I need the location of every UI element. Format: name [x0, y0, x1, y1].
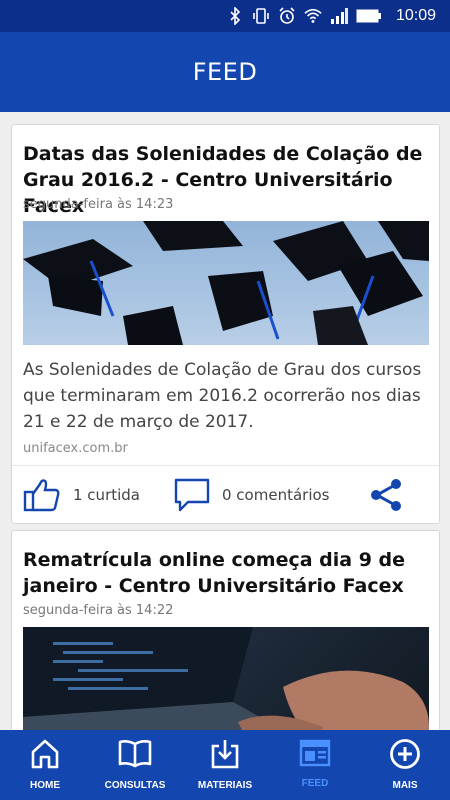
post-title[interactable]: Rematrícula online começa dia 9 de janei…	[23, 547, 423, 599]
comments-count: 0 comentários	[222, 486, 330, 504]
status-bar: 10:09	[0, 0, 450, 32]
download-icon	[210, 738, 240, 774]
app-bar: FEED	[0, 32, 450, 112]
feed-list[interactable]: Datas das Solenidades de Colação de Grau…	[0, 112, 450, 730]
like-button[interactable]: 1 curtida	[23, 477, 140, 513]
post-actions: 1 curtida 0 comentários	[12, 466, 439, 524]
page-title: FEED	[192, 58, 258, 86]
nav-mais[interactable]: MAIS	[360, 730, 450, 800]
post-body: As Solenidades de Colação de Grau dos cu…	[23, 360, 422, 432]
feed-post[interactable]: Rematrícula online começa dia 9 de janei…	[11, 530, 440, 730]
book-icon	[118, 738, 152, 774]
nav-feed-label: FEED	[301, 778, 329, 789]
bluetooth-icon	[226, 7, 244, 25]
graduation-caps-image[interactable]	[23, 221, 429, 345]
share-button[interactable]	[368, 477, 404, 513]
comment-icon	[174, 478, 210, 512]
post-date: segunda-feira às 14:23	[23, 197, 174, 212]
nav-materiais-label: MATERIAIS	[197, 780, 253, 791]
nav-feed[interactable]: FEED	[270, 730, 360, 800]
alarm-icon	[278, 7, 296, 25]
nav-consultas-label: CONSULTAS	[104, 780, 166, 791]
status-time: 10:09	[395, 7, 436, 24]
nav-mais-label: MAIS	[392, 780, 418, 791]
comment-button[interactable]: 0 comentários	[174, 478, 329, 512]
laptop-typing-image[interactable]	[23, 627, 429, 730]
nav-consultas[interactable]: CONSULTAS	[90, 730, 180, 800]
bottom-navigation: HOME CONSULTAS MATERIAIS FEED MAIS	[0, 730, 450, 800]
plus-circle-icon	[389, 738, 421, 774]
post-date: segunda-feira às 14:22	[23, 603, 174, 618]
signal-icon	[330, 7, 348, 25]
post-source[interactable]: unifacex.com.br	[23, 441, 128, 456]
likes-count: 1 curtida	[73, 486, 140, 504]
thumbs-up-icon	[23, 477, 61, 513]
feed-post[interactable]: Datas das Solenidades de Colação de Grau…	[11, 124, 440, 524]
nav-home[interactable]: HOME	[0, 730, 90, 800]
battery-icon	[356, 7, 382, 25]
share-icon	[368, 477, 404, 513]
vibrate-icon	[252, 7, 270, 25]
wifi-icon	[304, 7, 322, 25]
feed-icon	[299, 738, 331, 772]
nav-materiais[interactable]: MATERIAIS	[180, 730, 270, 800]
home-icon	[30, 738, 60, 774]
nav-home-label: HOME	[30, 780, 60, 791]
